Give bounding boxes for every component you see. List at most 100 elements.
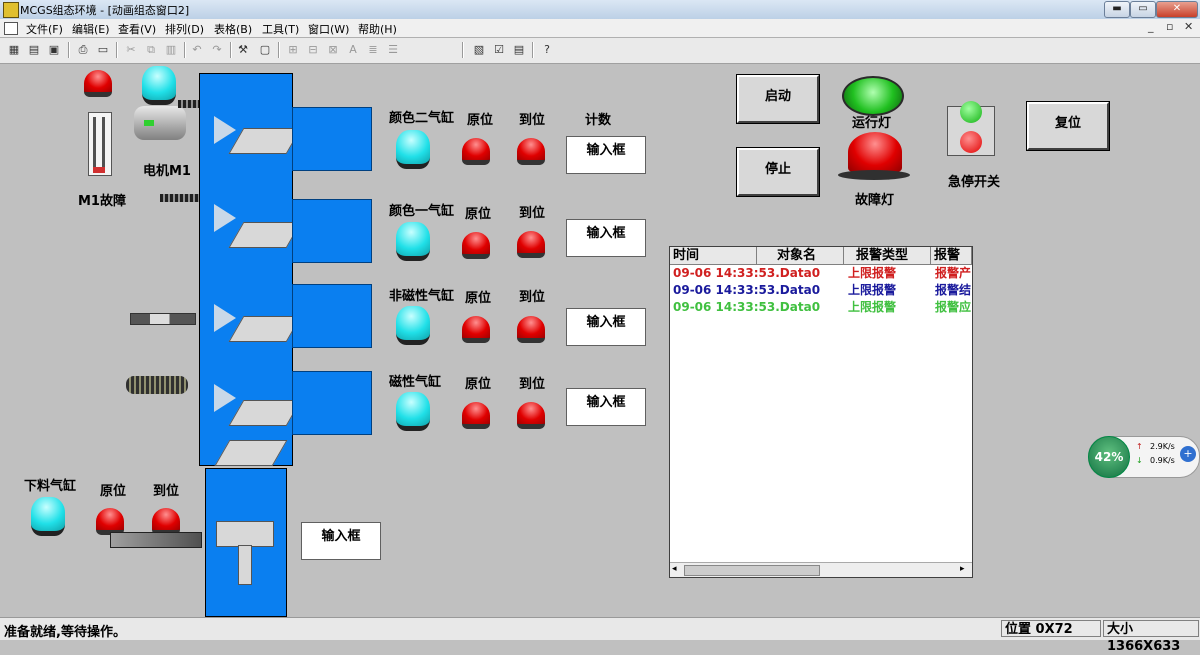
alarm-col-msg[interactable]: 报警 xyxy=(931,247,972,264)
edit-icon[interactable]: ▤ xyxy=(510,41,528,59)
maximize-icon[interactable]: ▭ xyxy=(1130,1,1156,18)
unload-cylinder xyxy=(110,532,202,548)
row3-time: 09-06 14:33:53.Data0 xyxy=(673,300,821,314)
conveyor-main xyxy=(199,73,302,466)
scroll-left-icon[interactable]: ◂ xyxy=(672,564,677,574)
cut-icon[interactable]: ✂ xyxy=(122,41,140,59)
open-icon[interactable]: ▤ xyxy=(25,41,43,59)
station4-cyan-lamp xyxy=(396,392,430,431)
list-icon[interactable]: ≣ xyxy=(364,41,382,59)
menu-arrange[interactable]: 排列(D) xyxy=(165,21,204,37)
table-row[interactable]: 09-06 14:33:53.Data0 上限报警 报警应 xyxy=(670,299,972,316)
row1-time: 09-06 14:33:53.Data0 xyxy=(673,266,821,280)
station4-reach-lamp xyxy=(517,402,545,429)
alarm-table[interactable]: 时间 对象名 报警类型 报警 09-06 14:33:53.Data0 上限报警… xyxy=(669,246,973,578)
mdi-close-icon[interactable]: ✕ xyxy=(1184,20,1193,33)
scroll-thumb[interactable] xyxy=(684,565,820,576)
menu-window[interactable]: 窗口(W) xyxy=(308,21,349,37)
net-up: 2.9K/s xyxy=(1150,442,1175,451)
props-icon[interactable]: ▧ xyxy=(470,41,488,59)
m1-fault-switch[interactable] xyxy=(88,112,112,176)
alarm-col-time[interactable]: 时间 xyxy=(670,247,757,264)
menu-bar: 文件(F) 编辑(E) 查看(V) 排列(D) 表格(B) 工具(T) 窗口(W… xyxy=(0,19,1200,38)
undo-icon[interactable]: ↶ xyxy=(188,41,206,59)
scroll-right-icon[interactable]: ▸ xyxy=(960,564,965,574)
row3-type: 上限报警 xyxy=(848,300,897,314)
alarm-header: 时间 对象名 报警类型 报警 xyxy=(670,247,972,265)
tools-icon[interactable]: ⚒ xyxy=(234,41,252,59)
motor-m1[interactable] xyxy=(134,106,186,140)
font-icon[interactable]: A xyxy=(344,41,362,59)
table-row[interactable]: 09-06 14:33:53.Data0 上限报警 报警结 xyxy=(670,282,972,299)
align-icon[interactable]: ⊞ xyxy=(284,41,302,59)
station2-reach-lamp xyxy=(517,231,545,258)
reset-button[interactable]: 复位 xyxy=(1026,101,1110,151)
print-icon[interactable]: ⎙ xyxy=(74,41,92,59)
minimize-icon[interactable]: ▬ xyxy=(1104,1,1130,18)
net-plus-icon[interactable]: + xyxy=(1180,446,1196,462)
row2-type: 上限报警 xyxy=(848,283,897,297)
menu-view[interactable]: 查看(V) xyxy=(118,21,156,37)
unload-label: 下料气缸 xyxy=(24,479,77,494)
net-down-icon: ↓ xyxy=(1136,456,1143,465)
help-icon[interactable]: ? xyxy=(538,41,556,59)
menu-file[interactable]: 文件(F) xyxy=(26,21,63,37)
unload-reach-lamp xyxy=(152,508,180,535)
alarm-hscrollbar[interactable]: ◂ ▸ xyxy=(670,562,972,577)
redo-icon[interactable]: ↷ xyxy=(208,41,226,59)
menu-tools[interactable]: 工具(T) xyxy=(262,21,299,37)
doc-icon[interactable] xyxy=(4,22,18,35)
count-label: 计数 xyxy=(585,113,612,128)
station4-orig-lamp xyxy=(462,402,490,429)
unload-reach: 到位 xyxy=(153,484,180,499)
station-bin-1 xyxy=(292,107,372,171)
estop-switch[interactable] xyxy=(947,101,995,156)
row1-msg: 报警产 xyxy=(935,266,971,280)
align3-icon[interactable]: ⊠ xyxy=(324,41,342,59)
design-canvas: M1故障 电机M1 颜色二气缸 原位 到位 计数 输入框 颜色一气缸 原位 到位… xyxy=(0,64,1200,617)
close-icon[interactable]: ✕ xyxy=(1156,1,1198,18)
fault-lamp-label: 故障灯 xyxy=(855,193,895,208)
start-button[interactable]: 启动 xyxy=(736,74,820,124)
copy-icon[interactable]: ⧉ xyxy=(142,41,160,59)
station2-reach: 到位 xyxy=(519,206,546,221)
station-bin-3 xyxy=(292,284,372,348)
station3-reach: 到位 xyxy=(519,290,546,305)
station3-input[interactable]: 输入框 xyxy=(566,308,646,346)
check-icon[interactable]: ☑ xyxy=(490,41,508,59)
align2-icon[interactable]: ⊟ xyxy=(304,41,322,59)
paste-icon[interactable]: ▥ xyxy=(162,41,180,59)
toolbar: ▦ ▤ ▣ ⎙ ▭ ✂ ⧉ ▥ ↶ ↷ ⚒ ▢ ⊞ ⊟ ⊠ A ≣ ☰ ▧ ☑ … xyxy=(0,38,1200,64)
net-speed-widget[interactable]: 42% ↑ 2.9K/s ↓ 0.9K/s + xyxy=(1088,436,1200,478)
station3-orig: 原位 xyxy=(465,291,492,306)
menu-edit[interactable]: 编辑(E) xyxy=(72,21,110,37)
unload-orig: 原位 xyxy=(100,484,127,499)
new-icon[interactable]: ▦ xyxy=(5,41,23,59)
alarm-col-object[interactable]: 对象名 xyxy=(757,247,844,264)
mdi-minimize-icon[interactable]: _ xyxy=(1148,20,1154,33)
status-size: 大小 1366X633 xyxy=(1103,620,1199,654)
window-title: MCGS组态环境 - [动画组态窗口2] xyxy=(20,4,190,17)
mdi-restore-icon[interactable]: ▫ xyxy=(1166,20,1173,33)
save-icon[interactable]: ▣ xyxy=(45,41,63,59)
station3-cyan-lamp xyxy=(396,306,430,345)
unload-input[interactable]: 输入框 xyxy=(301,522,381,560)
menu-table[interactable]: 表格(B) xyxy=(214,21,252,37)
table-row[interactable]: 09-06 14:33:53.Data0 上限报警 报警产 xyxy=(670,265,972,282)
frame-icon[interactable]: ▢ xyxy=(256,41,274,59)
app-logo-icon xyxy=(3,2,19,18)
unload-cyan-lamp xyxy=(31,497,65,536)
alarm-col-type[interactable]: 报警类型 xyxy=(844,247,931,264)
menu-help[interactable]: 帮助(H) xyxy=(358,21,397,37)
row3-msg: 报警应 xyxy=(935,300,971,314)
list2-icon[interactable]: ☰ xyxy=(384,41,402,59)
station4-input[interactable]: 输入框 xyxy=(566,388,646,426)
stop-button[interactable]: 停止 xyxy=(736,147,820,197)
preview-icon[interactable]: ▭ xyxy=(94,41,112,59)
station3-orig-lamp xyxy=(462,316,490,343)
count-input[interactable]: 输入框 xyxy=(566,136,646,174)
row1-type: 上限报警 xyxy=(848,266,897,280)
push-arrow-2 xyxy=(214,204,236,232)
station2-input[interactable]: 输入框 xyxy=(566,219,646,257)
station-bin-4 xyxy=(292,371,372,435)
